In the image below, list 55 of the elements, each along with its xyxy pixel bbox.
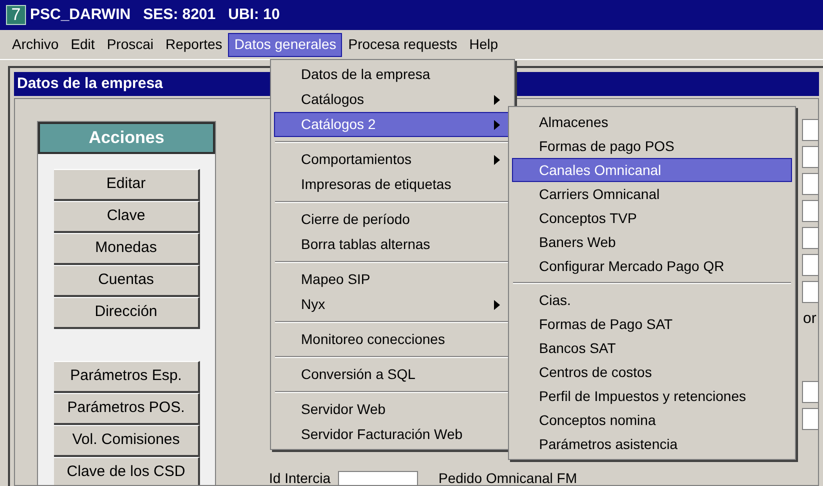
input-field[interactable]: [338, 471, 418, 485]
submenu-arrow-icon: [494, 300, 500, 310]
window-title: PSC_DARWIN SES: 8201 UBI: 10: [30, 4, 280, 25]
menu-bar-item[interactable]: Edit: [64, 32, 101, 56]
menu-bar-item[interactable]: Proscai: [100, 32, 160, 56]
menu-item[interactable]: Parámetros asistencia: [512, 432, 792, 456]
menu-item[interactable]: Servidor Facturación Web: [274, 422, 511, 447]
menu-item[interactable]: Canales Omnicanal: [512, 158, 792, 182]
menu-bar-item[interactable]: Datos generales: [228, 32, 342, 56]
menu-item[interactable]: Servidor Web: [274, 397, 511, 422]
action-button[interactable]: Clave: [54, 201, 200, 233]
menu-item[interactable]: Nyx: [274, 292, 511, 317]
field-label: or: [802, 310, 816, 327]
menu-bar-item[interactable]: Help: [463, 32, 504, 56]
child-window-title: Datos de la empresa: [17, 74, 163, 94]
menu-item[interactable]: Catálogos: [274, 87, 511, 112]
action-button[interactable]: Clave de los CSD: [54, 457, 200, 485]
menu-item[interactable]: Conceptos nomina: [512, 408, 792, 432]
menu-item[interactable]: Monitoreo conecciones: [274, 327, 511, 352]
action-button[interactable]: Vol. Comisiones: [54, 425, 200, 457]
menu-item[interactable]: Cierre de período: [274, 207, 511, 232]
submenu-arrow-icon: [494, 94, 500, 104]
app-icon: 7: [6, 5, 26, 25]
actions-title: Acciones: [88, 127, 164, 150]
action-button[interactable]: Parámetros POS.: [54, 393, 200, 425]
menu-item[interactable]: Borra tablas alternas: [274, 232, 511, 257]
menu-item[interactable]: Cias.: [512, 288, 792, 312]
menu-item[interactable]: Perfil de Impuestos y retenciones: [512, 384, 792, 408]
action-button[interactable]: Editar: [54, 169, 200, 201]
menu-item[interactable]: Comportamientos: [274, 147, 511, 172]
menu-bar-item[interactable]: Archivo: [6, 32, 65, 56]
menu-item[interactable]: Centros de costos: [512, 360, 792, 384]
menu-item[interactable]: Mapeo SIP: [274, 267, 511, 292]
menu-item[interactable]: Conversión a SQL: [274, 362, 511, 387]
action-button[interactable]: Cuentas: [54, 265, 200, 297]
menu-item[interactable]: Almacenes: [512, 110, 792, 134]
menu-item[interactable]: Catálogos 2: [274, 112, 511, 137]
menu-bar-item[interactable]: Procesa requests: [342, 32, 464, 56]
field-label: Pedido Omnicanal FM: [438, 471, 577, 485]
submenu-arrow-icon: [494, 120, 500, 130]
action-button[interactable]: Parámetros Esp.: [54, 361, 200, 393]
menu-bar-item[interactable]: Reportes: [160, 32, 228, 56]
menu-item[interactable]: Formas de Pago SAT: [512, 312, 792, 336]
menu-item[interactable]: Bancos SAT: [512, 336, 792, 360]
field-label: Id Intercia: [269, 471, 330, 485]
submenu-arrow-icon: [494, 154, 500, 164]
action-button[interactable]: Dirección: [54, 297, 200, 329]
menu-item[interactable]: Impresoras de etiquetas: [274, 172, 511, 197]
menu-item[interactable]: Conceptos TVP: [512, 206, 792, 230]
menu-item[interactable]: Formas de pago POS: [512, 134, 792, 158]
menu-item[interactable]: Carriers Omnicanal: [512, 182, 792, 206]
menu-item[interactable]: Datos de la empresa: [274, 62, 511, 87]
action-button[interactable]: Monedas: [54, 233, 200, 265]
menu-item[interactable]: Configurar Mercado Pago QR: [512, 254, 792, 278]
menu-item[interactable]: Baners Web: [512, 230, 792, 254]
